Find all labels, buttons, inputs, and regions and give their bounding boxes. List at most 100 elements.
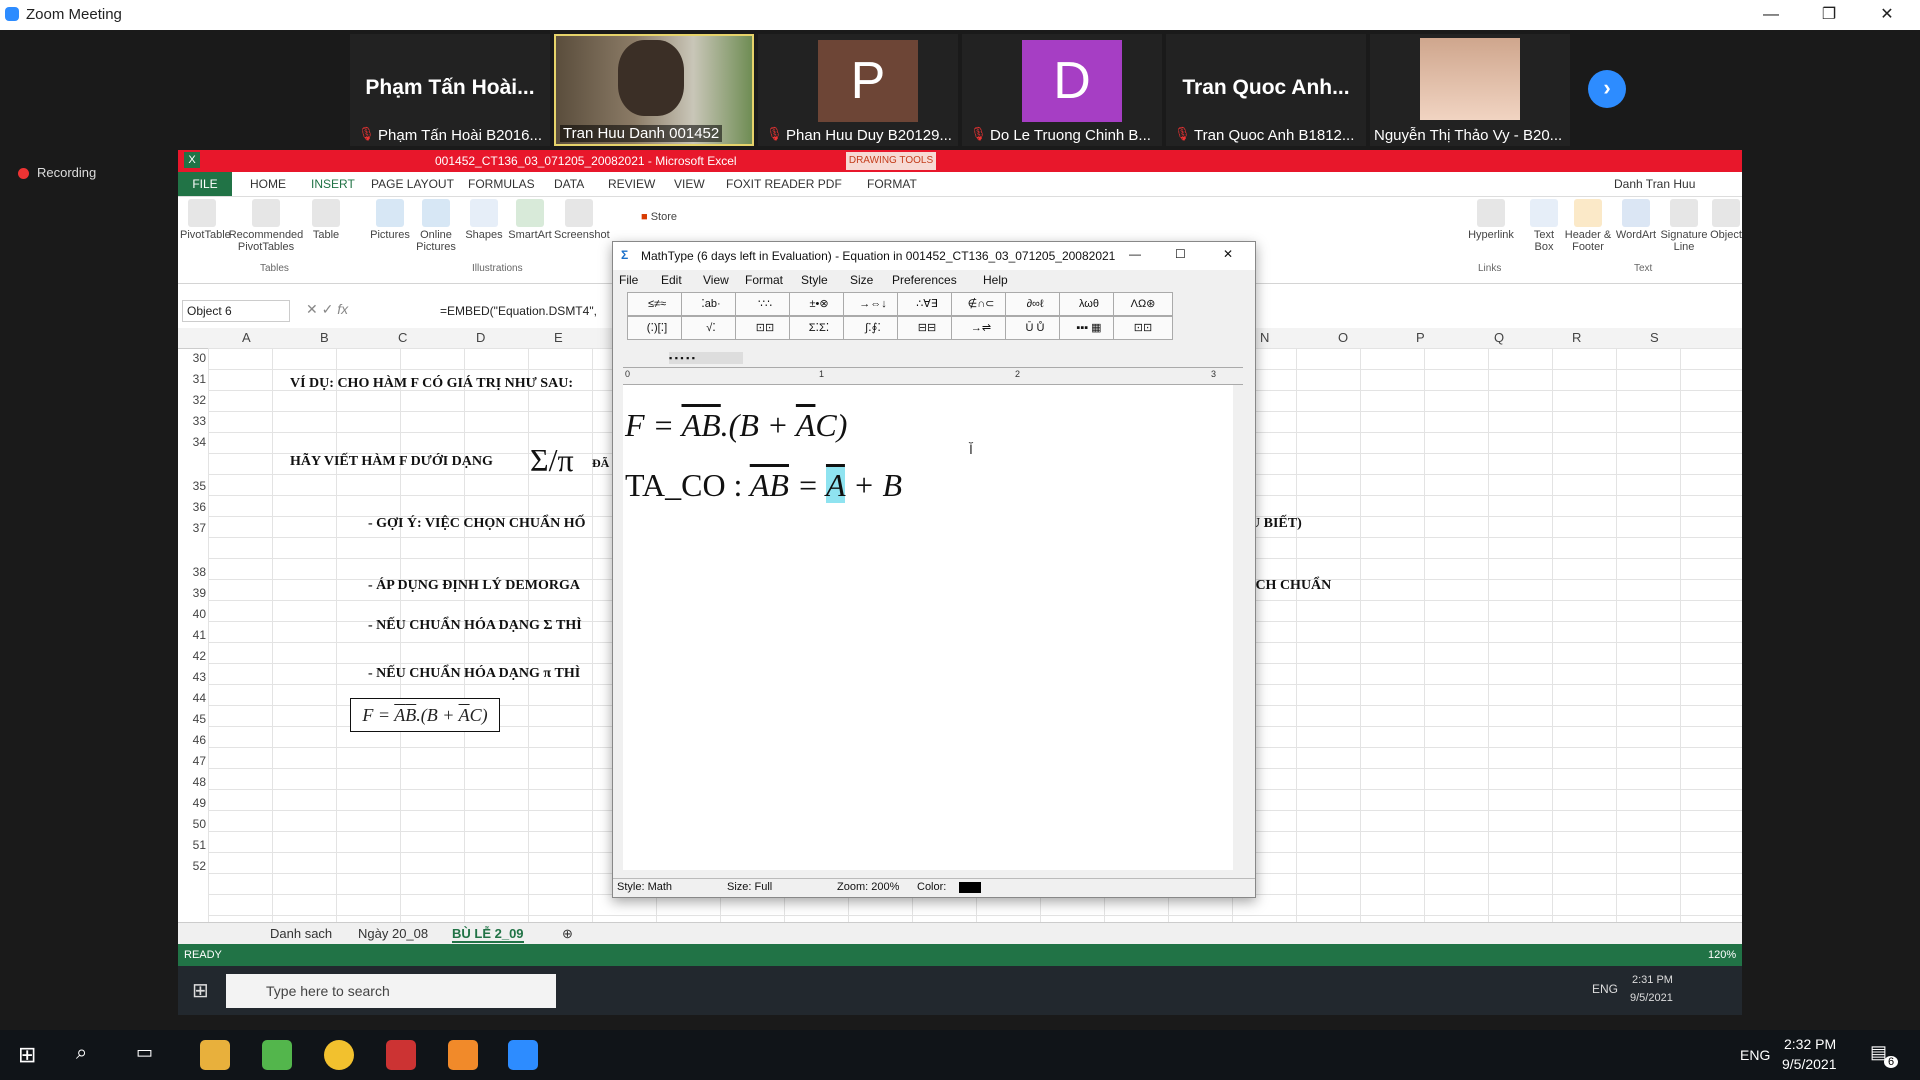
- windows-start-icon[interactable]: ⊞: [192, 978, 209, 1003]
- tab-review[interactable]: REVIEW: [608, 177, 655, 191]
- minimize-button[interactable]: —: [1748, 0, 1794, 30]
- palette-button[interactable]: ⊟⊟: [897, 316, 957, 340]
- equation-line-2[interactable]: TA_CO : AB = A + B: [625, 467, 902, 504]
- column-header[interactable]: N: [1260, 330, 1269, 345]
- palette-button[interactable]: ∂∞ℓ: [1005, 292, 1065, 316]
- row-header[interactable]: 45: [180, 712, 206, 726]
- winrar-icon[interactable]: [386, 1040, 416, 1070]
- row-header[interactable]: 48: [180, 775, 206, 789]
- row-header[interactable]: 51: [180, 838, 206, 852]
- object-button[interactable]: Object: [1710, 199, 1742, 241]
- clock-date[interactable]: 9/5/2021: [1630, 992, 1673, 1004]
- palette-button[interactable]: Ū Ů: [1005, 316, 1065, 340]
- column-header[interactable]: C: [398, 330, 407, 345]
- tab-home[interactable]: HOME: [250, 177, 286, 191]
- row-header[interactable]: 52: [180, 859, 206, 873]
- smartart-button[interactable]: SmartArt: [506, 199, 554, 241]
- participant-tile[interactable]: Tran Quoc Anh... 🎙 Tran Quoc Anh B1812..…: [1166, 34, 1366, 146]
- palette-button[interactable]: →⇌: [951, 316, 1011, 340]
- palette-button[interactable]: ∫⁚∮⁚: [843, 316, 903, 340]
- column-header[interactable]: R: [1572, 330, 1581, 345]
- next-page-arrow-icon[interactable]: ›: [1588, 70, 1626, 108]
- sigma-pi-object[interactable]: Σ/π: [530, 442, 574, 479]
- row-header[interactable]: 42: [180, 649, 206, 663]
- row-header[interactable]: 43: [180, 670, 206, 684]
- wordart-button[interactable]: WordArt: [1614, 199, 1658, 241]
- pivottable-button[interactable]: PivotTable: [180, 199, 231, 241]
- column-header[interactable]: A: [242, 330, 251, 345]
- palette-button[interactable]: ∴∀∃: [897, 292, 957, 316]
- formula-bar-input[interactable]: =EMBED("Equation.DSMT4",: [440, 304, 597, 318]
- sheet-tab[interactable]: Danh sach: [270, 926, 332, 941]
- participant-tile[interactable]: D 🎙 Do Le Truong Chinh B...: [962, 34, 1162, 146]
- column-header[interactable]: S: [1650, 330, 1659, 345]
- close-button[interactable]: ✕: [1864, 0, 1910, 30]
- equation-object[interactable]: F = AB.(B + AC): [350, 698, 500, 732]
- chrome-icon[interactable]: [324, 1040, 354, 1070]
- column-header[interactable]: O: [1338, 330, 1348, 345]
- palette-button[interactable]: √⁚: [681, 316, 741, 340]
- menu-item[interactable]: Edit: [661, 273, 682, 287]
- zoom-level[interactable]: 120%: [1708, 949, 1736, 961]
- tab-page-layout[interactable]: PAGE LAYOUT: [371, 177, 454, 191]
- row-header[interactable]: 34: [180, 435, 206, 449]
- palette-button[interactable]: →⇔↓: [843, 292, 903, 316]
- tab-stops[interactable]: ▪ ▪ ▪ ▪ ▪: [669, 352, 743, 364]
- palette-button[interactable]: ▪▪▪ ▦: [1059, 316, 1119, 340]
- lang-indicator[interactable]: ENG: [1740, 1047, 1770, 1063]
- palette-button[interactable]: ⊡⊡: [735, 316, 795, 340]
- foxit-icon[interactable]: [448, 1040, 478, 1070]
- row-header[interactable]: 36: [180, 500, 206, 514]
- row-header[interactable]: 32: [180, 393, 206, 407]
- participant-tile[interactable]: Nguyễn Thị Thảo Vy - B20...: [1370, 34, 1570, 146]
- online-pictures-button[interactable]: Online Pictures: [414, 199, 458, 253]
- tab-data[interactable]: DATA: [554, 177, 584, 191]
- tab-insert[interactable]: INSERT: [311, 177, 355, 191]
- row-header[interactable]: 41: [180, 628, 206, 642]
- recommended-pivottables-button[interactable]: Recommended PivotTables: [224, 199, 308, 253]
- lang-indicator[interactable]: ENG: [1592, 982, 1618, 996]
- clock-time[interactable]: 2:32 PM: [1784, 1036, 1836, 1052]
- menu-item[interactable]: Size: [850, 273, 873, 287]
- palette-button[interactable]: ≤≠≈: [627, 292, 687, 316]
- row-header[interactable]: 47: [180, 754, 206, 768]
- tab-foxit[interactable]: FOXIT READER PDF: [726, 177, 842, 191]
- row-header[interactable]: 35: [180, 479, 206, 493]
- app-icon[interactable]: [262, 1040, 292, 1070]
- menu-item[interactable]: View: [703, 273, 729, 287]
- row-header[interactable]: 44: [180, 691, 206, 705]
- tab-formulas[interactable]: FORMULAS: [468, 177, 535, 191]
- sheet-tab[interactable]: Ngày 20_08: [358, 926, 428, 941]
- file-explorer-icon[interactable]: [200, 1040, 230, 1070]
- menu-item[interactable]: Preferences: [892, 273, 957, 287]
- palette-button[interactable]: ⊡⊡: [1113, 316, 1173, 340]
- search-icon[interactable]: ⌕: [76, 1042, 87, 1065]
- equation-editor[interactable]: F = AB.(B + AC) TA_CO : AB = A + B Ĭ: [623, 385, 1233, 870]
- column-header[interactable]: P: [1416, 330, 1425, 345]
- header-footer-button[interactable]: Header & Footer: [1564, 199, 1612, 253]
- column-header[interactable]: Q: [1494, 330, 1504, 345]
- pictures-button[interactable]: Pictures: [368, 199, 412, 241]
- palette-button[interactable]: ∉∩⊂: [951, 292, 1011, 316]
- name-box[interactable]: Object 6: [182, 300, 290, 322]
- mt-close-button[interactable]: ✕: [1223, 247, 1233, 261]
- palette-button[interactable]: Σ⁚Σ⁚: [789, 316, 849, 340]
- row-header[interactable]: 49: [180, 796, 206, 810]
- palette-button[interactable]: ∵∴: [735, 292, 795, 316]
- windows-start-icon[interactable]: ⊞: [18, 1042, 36, 1068]
- menu-item[interactable]: Style: [801, 273, 828, 287]
- column-header[interactable]: D: [476, 330, 485, 345]
- task-view-icon[interactable]: ▭: [136, 1042, 153, 1063]
- participant-tile-active[interactable]: Tran Huu Danh 001452: [554, 34, 754, 146]
- row-header[interactable]: 38: [180, 565, 206, 579]
- palette-button[interactable]: ΛΩ⊛: [1113, 292, 1173, 316]
- palette-button[interactable]: ⁚ab·: [681, 292, 741, 316]
- palette-button[interactable]: λωθ: [1059, 292, 1119, 316]
- clock-time[interactable]: 2:31 PM: [1632, 974, 1673, 986]
- row-header[interactable]: 37: [180, 521, 206, 535]
- add-sheet-icon[interactable]: ⊕: [562, 926, 573, 942]
- equation-line-1[interactable]: F = AB.(B + AC): [625, 407, 847, 444]
- screenshot-button[interactable]: Screenshot: [554, 199, 610, 241]
- mt-maximize-button[interactable]: ☐: [1175, 247, 1186, 261]
- color-swatch[interactable]: [959, 882, 981, 893]
